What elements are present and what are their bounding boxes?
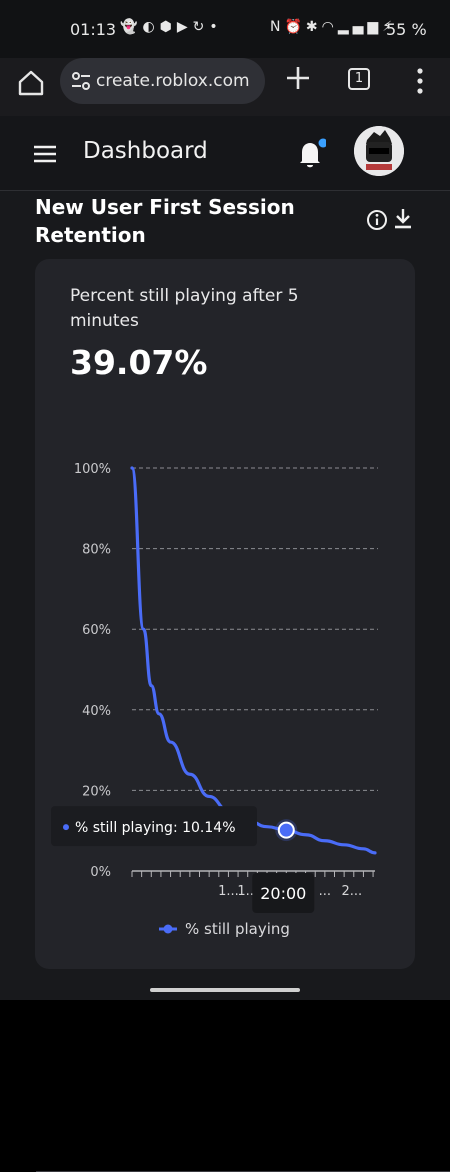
- address-bar[interactable]: create.roblox.com: [60, 58, 265, 104]
- more-vert-icon[interactable]: [408, 64, 432, 98]
- nfc-icon: N: [270, 19, 285, 35]
- notifications-bell-icon[interactable]: [296, 138, 326, 170]
- series-line-still-playing[interactable]: [130, 466, 377, 855]
- snapchat-icon: 👻: [120, 19, 143, 35]
- retention-line-chart[interactable]: 100%80%60%40%20%0%1...1...... 2...% still…: [35, 259, 415, 969]
- battery-percent: 55 %: [386, 20, 427, 39]
- alarm-icon: ⏰: [284, 19, 306, 35]
- home-indicator[interactable]: [150, 988, 300, 992]
- dot-icon: •: [209, 19, 223, 35]
- tab-switcher-button[interactable]: 1: [348, 68, 370, 90]
- y-tick-label: 0%: [90, 865, 111, 880]
- app-header: Dashboard: [0, 116, 450, 191]
- discord-icon: ◐: [142, 19, 160, 35]
- sync-icon: ↻: [192, 19, 210, 35]
- section-title: New User First Session Retention: [35, 195, 295, 247]
- x-tick-label: 2...: [342, 884, 363, 899]
- y-tick-label: 40%: [82, 704, 111, 719]
- signal-icon: ▂▄▆: [337, 19, 383, 35]
- status-time: 01:13: [70, 20, 117, 39]
- info-icon[interactable]: [366, 209, 388, 231]
- legend-label: % still playing: [185, 920, 290, 938]
- retention-card: Percent still playing after 5 minutes 39…: [35, 259, 415, 969]
- tooltip-text: % still playing: 10.14%: [75, 820, 236, 836]
- browser-toolbar: create.roblox.com 1: [0, 58, 450, 117]
- notification-dot: [318, 138, 326, 148]
- x-tooltip-label: 20:00: [260, 884, 306, 903]
- bluetooth-icon: ✱: [305, 19, 322, 35]
- x-tick-label: 1...: [218, 884, 239, 899]
- y-tick-label: 100%: [74, 462, 111, 477]
- status-system-icons: N⏰✱◠▂▄▆⚡: [270, 19, 396, 35]
- page-title: Dashboard: [83, 138, 208, 164]
- dashboard-content: New User First Session Retention Percent…: [0, 191, 450, 1172]
- avatar[interactable]: [354, 126, 404, 176]
- legend-marker: [163, 924, 173, 934]
- new-tab-icon[interactable]: [284, 64, 312, 92]
- status-bar: 01:13 👻◐⬢▶↻• N⏰✱◠▂▄▆⚡ 55 %: [0, 0, 450, 58]
- highlighted-point[interactable]: [277, 821, 295, 839]
- wifi-icon: ◠: [321, 19, 338, 35]
- avatar-image: [354, 126, 404, 176]
- y-tick-label: 20%: [82, 784, 111, 799]
- shield-app-icon: ⬢: [159, 19, 177, 35]
- site-settings-icon[interactable]: [70, 70, 92, 92]
- url-text[interactable]: create.roblox.com: [96, 71, 261, 91]
- download-icon[interactable]: [392, 207, 414, 231]
- x-tick-label: ...: [319, 884, 331, 899]
- y-tick-label: 60%: [82, 623, 111, 638]
- status-app-icons: 👻◐⬢▶↻•: [120, 19, 223, 35]
- home-icon[interactable]: [14, 66, 48, 100]
- y-tick-label: 80%: [82, 543, 111, 558]
- youtube-icon: ▶: [176, 19, 193, 35]
- menu-icon[interactable]: [33, 144, 57, 164]
- tooltip-series-dot: [63, 824, 69, 831]
